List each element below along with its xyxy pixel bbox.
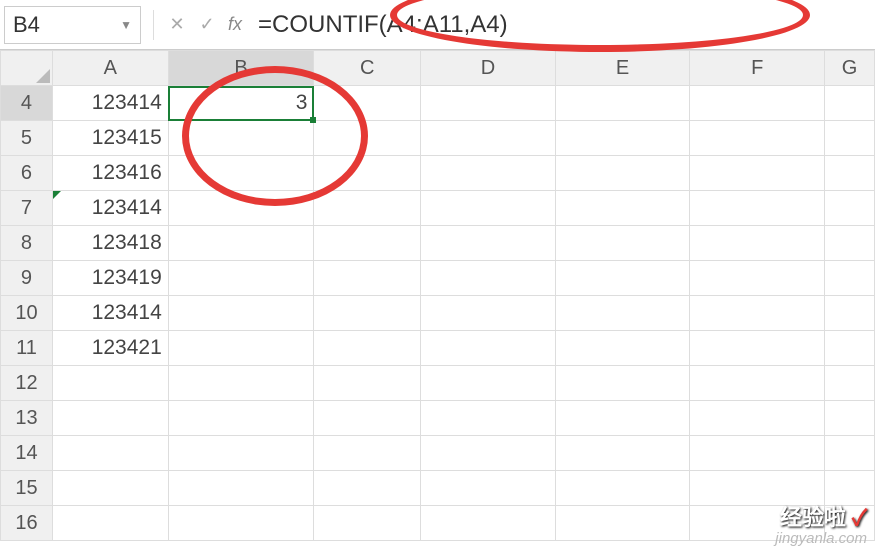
cell-A10[interactable]: 123414 [52, 296, 168, 331]
select-all-corner[interactable] [1, 51, 53, 86]
col-header-A[interactable]: A [52, 51, 168, 86]
row-header-16[interactable]: 16 [1, 506, 53, 541]
cell-A9[interactable]: 123419 [52, 261, 168, 296]
col-header-C[interactable]: C [314, 51, 421, 86]
cell-C4[interactable] [314, 86, 421, 121]
confirm-icon[interactable]: ✓ [192, 14, 222, 35]
formula-input[interactable]: =COUNTIF(A4:A11,A4) [252, 11, 875, 39]
row-header-4[interactable]: 4 [1, 86, 53, 121]
name-box-value: B4 [13, 12, 40, 38]
col-header-F[interactable]: F [690, 51, 825, 86]
row-header-6[interactable]: 6 [1, 156, 53, 191]
cell-A6[interactable]: 123416 [52, 156, 168, 191]
row-header-8[interactable]: 8 [1, 226, 53, 261]
cell-G4[interactable] [825, 86, 875, 121]
row-header-12[interactable]: 12 [1, 366, 53, 401]
cell-A8[interactable]: 123418 [52, 226, 168, 261]
cell-A11[interactable]: 123421 [52, 331, 168, 366]
row-header-10[interactable]: 10 [1, 296, 53, 331]
cell-F4[interactable] [690, 86, 825, 121]
cell-A5[interactable]: 123415 [52, 121, 168, 156]
col-header-B[interactable]: B [168, 51, 314, 86]
cell-B4[interactable]: 3 [168, 86, 314, 121]
spreadsheet-grid[interactable]: A B C D E F G 4 123414 3 5123415 6123416… [0, 50, 875, 541]
col-header-D[interactable]: D [421, 51, 556, 86]
cell-E4[interactable] [555, 86, 690, 121]
row-header-11[interactable]: 11 [1, 331, 53, 366]
watermark: 经验啦 ✓ jingyanla.com [775, 506, 867, 547]
cancel-icon[interactable]: ✕ [162, 14, 192, 35]
row-header-14[interactable]: 14 [1, 436, 53, 471]
fill-handle[interactable] [310, 117, 316, 123]
name-box[interactable]: B4 ▼ [4, 6, 141, 44]
cell-A4[interactable]: 123414 [52, 86, 168, 121]
row-header-13[interactable]: 13 [1, 401, 53, 436]
row-header-9[interactable]: 9 [1, 261, 53, 296]
row-header-15[interactable]: 15 [1, 471, 53, 506]
formula-bar: B4 ▼ ✕ ✓ fx =COUNTIF(A4:A11,A4) [0, 0, 875, 50]
col-header-E[interactable]: E [555, 51, 690, 86]
cell-D4[interactable] [421, 86, 556, 121]
separator [153, 10, 154, 40]
cell-A7[interactable]: 123414 [52, 191, 168, 226]
col-header-G[interactable]: G [825, 51, 875, 86]
error-indicator-icon[interactable] [53, 191, 61, 199]
cell-B5[interactable] [168, 121, 314, 156]
row-header-7[interactable]: 7 [1, 191, 53, 226]
chevron-down-icon[interactable]: ▼ [120, 18, 132, 32]
row-header-5[interactable]: 5 [1, 121, 53, 156]
fx-icon[interactable]: fx [228, 14, 242, 35]
